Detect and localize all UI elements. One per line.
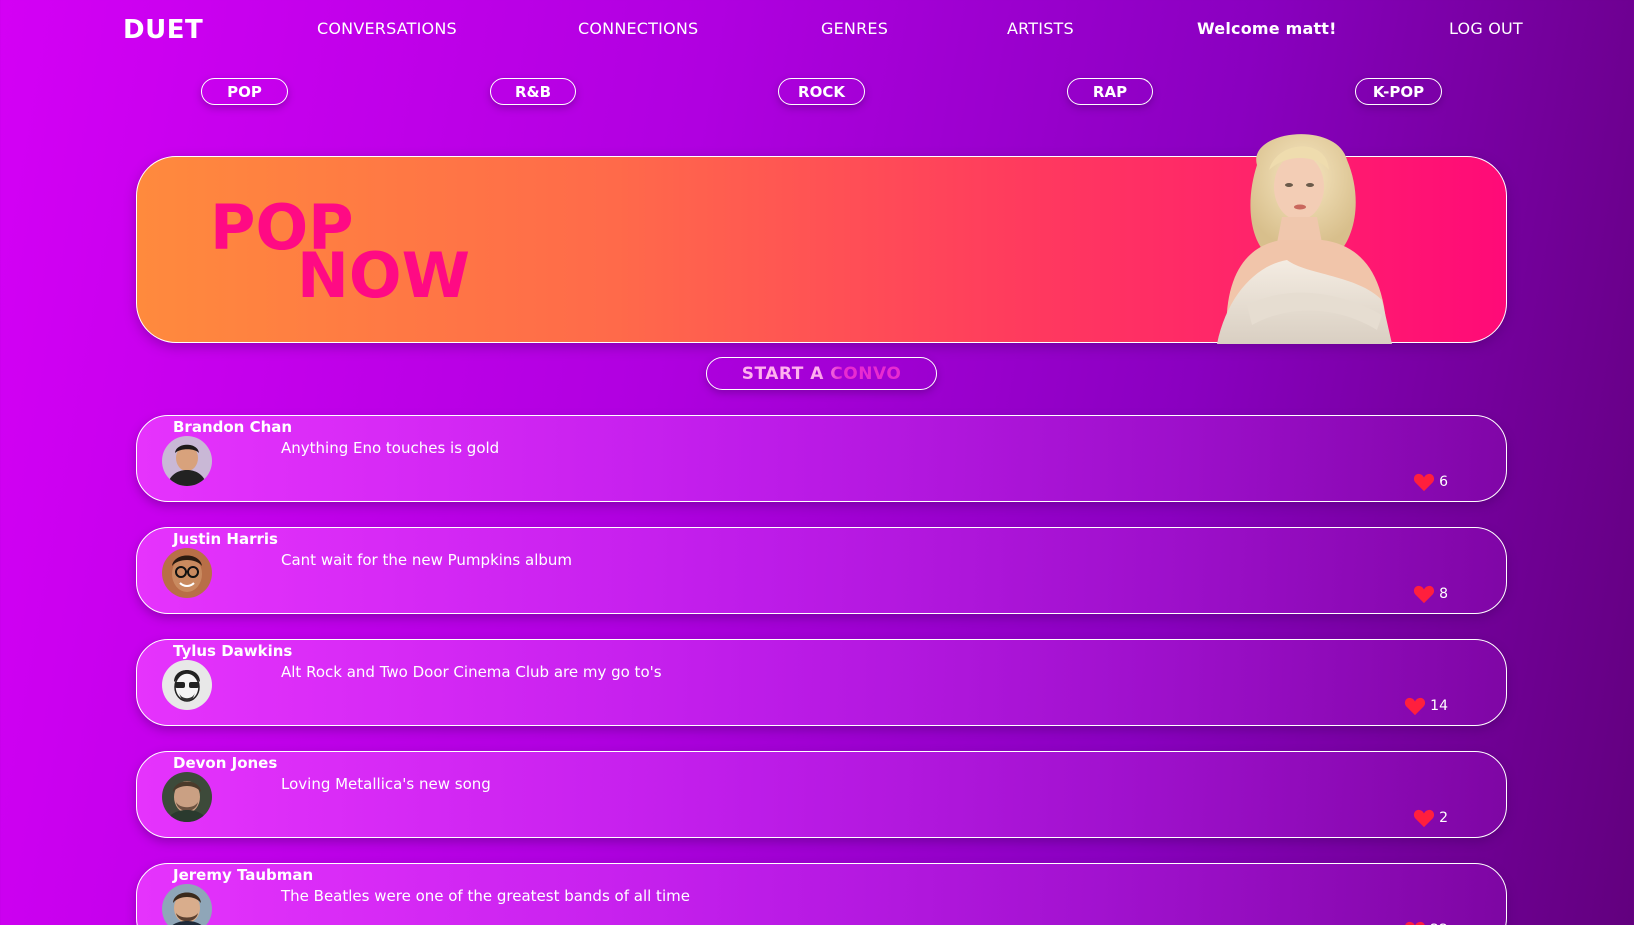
like-counter[interactable]: 14 [1404, 696, 1448, 716]
like-count: 6 [1439, 474, 1448, 490]
top-nav: DUET CONVERSATIONS CONNECTIONS GENRES AR… [0, 0, 1634, 60]
conversation-card[interactable]: Justin Harris Cant wait for the new Pump… [136, 527, 1507, 614]
like-counter[interactable]: 6 [1413, 472, 1448, 492]
genre-pill-pop[interactable]: POP [201, 78, 288, 105]
genre-pill-rnb[interactable]: R&B [490, 78, 576, 105]
nav-artists[interactable]: ARTISTS [1007, 19, 1074, 38]
nav-genres[interactable]: GENRES [821, 19, 888, 38]
like-count: 8 [1439, 586, 1448, 602]
hero-title-line2: NOW [297, 239, 470, 312]
like-count: 14 [1430, 698, 1448, 714]
like-counter[interactable]: 8 [1413, 584, 1448, 604]
like-counter[interactable]: 22 [1404, 920, 1448, 925]
featured-artist-image [1217, 134, 1392, 344]
genre-pill-kpop[interactable]: K-POP [1355, 78, 1442, 105]
start-convo-label: START A CONVO [741, 363, 902, 384]
conversation-card[interactable]: Devon Jones Loving Metallica's new song … [136, 751, 1507, 838]
heart-icon[interactable] [1404, 696, 1426, 716]
avatar[interactable] [162, 660, 212, 710]
heart-icon[interactable] [1413, 584, 1435, 604]
nav-conversations[interactable]: CONVERSATIONS [317, 19, 457, 38]
brand-logo[interactable]: DUET [123, 15, 203, 45]
logout-link[interactable]: LOG OUT [1449, 19, 1523, 38]
conversation-message: Loving Metallica's new song [281, 775, 491, 793]
heart-icon[interactable] [1413, 808, 1435, 828]
like-counter[interactable]: 2 [1413, 808, 1448, 828]
avatar[interactable] [162, 548, 212, 598]
conversation-card[interactable]: Brandon Chan Anything Eno touches is gol… [136, 415, 1507, 502]
conversation-message: Alt Rock and Two Door Cinema Club are my… [281, 663, 662, 681]
start-convo-button[interactable]: START A CONVO [706, 357, 937, 390]
heart-icon[interactable] [1413, 472, 1435, 492]
conversation-message: Anything Eno touches is gold [281, 439, 500, 457]
avatar[interactable] [162, 772, 212, 822]
genre-pill-rock[interactable]: ROCK [778, 78, 865, 105]
like-count: 2 [1439, 810, 1448, 826]
conversation-card[interactable]: Tylus Dawkins Alt Rock and Two Door Cine… [136, 639, 1507, 726]
avatar[interactable] [162, 884, 212, 925]
genre-pill-rap[interactable]: RAP [1067, 78, 1153, 105]
conversation-message: The Beatles were one of the greatest ban… [281, 887, 690, 905]
conversation-author[interactable]: Devon Jones [173, 754, 277, 772]
avatar[interactable] [162, 436, 212, 486]
conversation-author[interactable]: Justin Harris [173, 530, 278, 548]
conversation-message: Cant wait for the new Pumpkins album [281, 551, 573, 569]
heart-icon[interactable] [1404, 920, 1426, 925]
conversation-author[interactable]: Brandon Chan [173, 418, 292, 436]
conversation-author[interactable]: Tylus Dawkins [173, 642, 292, 660]
nav-connections[interactable]: CONNECTIONS [578, 19, 698, 38]
welcome-message: Welcome matt! [1197, 19, 1337, 38]
conversation-author[interactable]: Jeremy Taubman [173, 866, 313, 884]
conversation-card[interactable]: Jeremy Taubman The Beatles were one of t… [136, 863, 1507, 925]
genre-hero-banner: POP NOW [136, 134, 1507, 344]
